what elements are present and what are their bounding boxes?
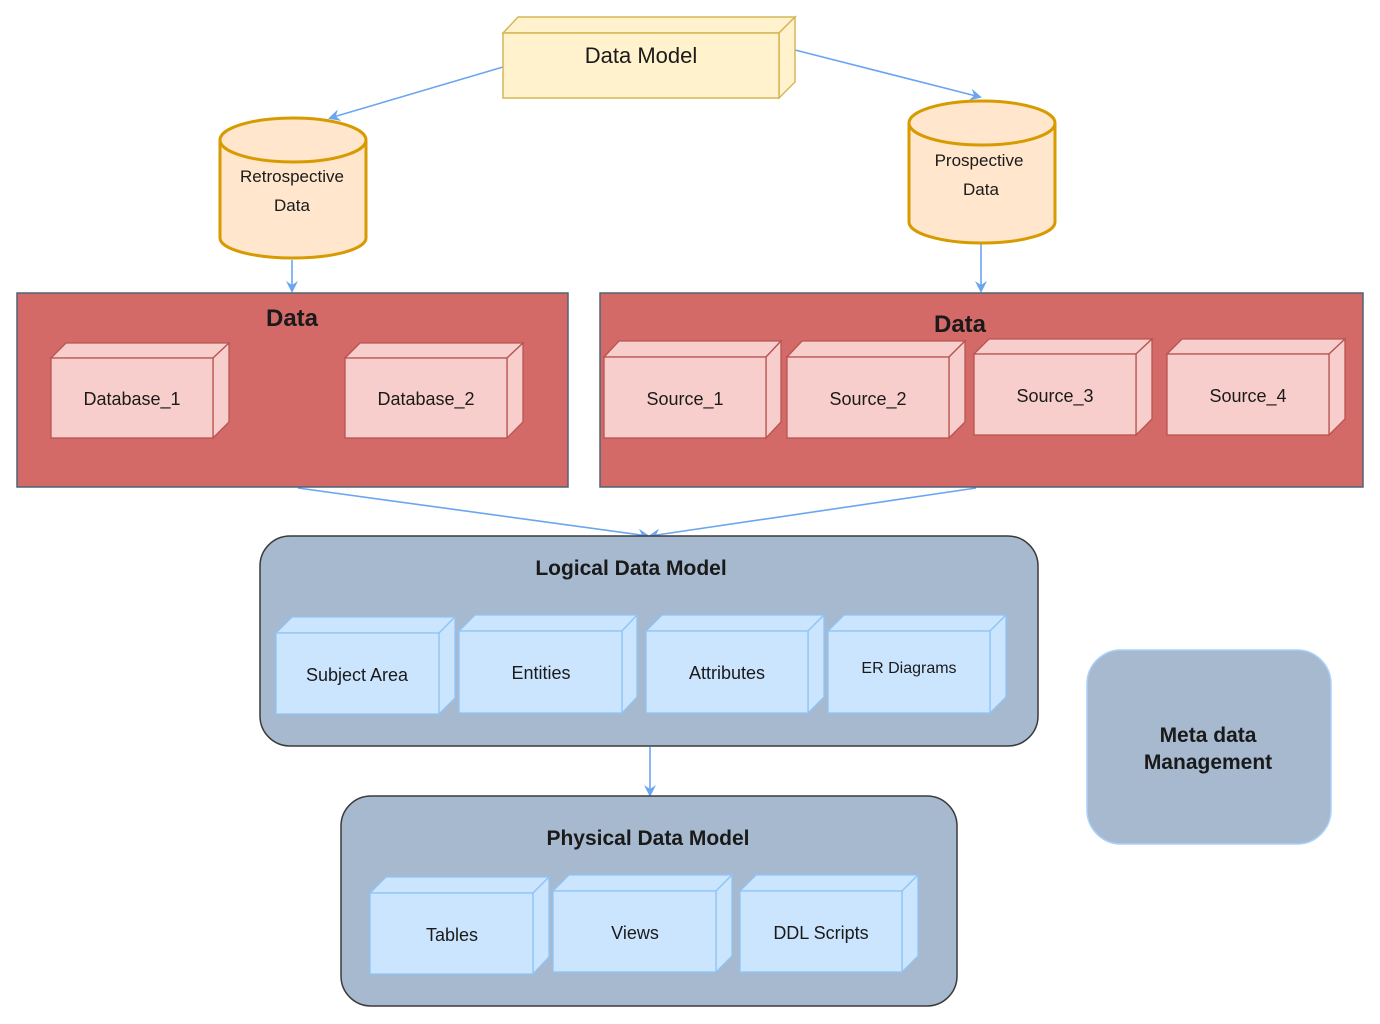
database-1-label: Database_1 (83, 389, 180, 410)
source-1-label: Source_1 (646, 389, 723, 410)
er-diagrams-node[interactable]: ER Diagrams (826, 613, 1008, 715)
subject-area-label: Subject Area (306, 665, 409, 685)
prospective-data-cylinder[interactable]: Prospective Data (907, 99, 1057, 245)
arrow-data-right-to-logical (648, 487, 977, 541)
arrow-datamodel-to-retrospective (328, 66, 504, 121)
source-2-node[interactable]: Source_2 (785, 339, 967, 440)
data-model-node[interactable]: Data Model (501, 15, 797, 100)
source-2-label: Source_2 (829, 389, 906, 410)
attributes-node[interactable]: Attributes (644, 613, 826, 715)
arrow-data-left-to-logical (297, 487, 650, 541)
database-1-node[interactable]: Database_1 (49, 341, 231, 440)
prospective-label-line1: Prospective (935, 151, 1024, 170)
data-left-title: Data (266, 305, 319, 332)
tables-node[interactable]: Tables (368, 875, 551, 976)
source-3-label: Source_3 (1016, 386, 1093, 407)
entities-label: Entities (511, 663, 570, 683)
source-1-node[interactable]: Source_1 (602, 339, 783, 440)
retrospective-data-cylinder[interactable]: Retrospective Data (218, 116, 368, 260)
source-4-label: Source_4 (1209, 386, 1286, 407)
entities-node[interactable]: Entities (457, 613, 639, 715)
retrospective-label-line1: Retrospective (240, 167, 344, 186)
database-2-node[interactable]: Database_2 (343, 341, 525, 440)
ddl-scripts-label: DDL Scripts (773, 923, 868, 943)
prospective-label-line2: Data (963, 180, 999, 199)
ddl-scripts-node[interactable]: DDL Scripts (738, 873, 920, 974)
database-2-label: Database_2 (377, 389, 474, 410)
logical-data-model-title: Logical Data Model (535, 557, 726, 580)
metadata-management-node[interactable]: Meta data Management (1086, 649, 1332, 845)
data-model-diagram: Data Model Retrospective Data Prospectiv… (16, 15, 1364, 1007)
views-node[interactable]: Views (551, 873, 734, 974)
data-right-title: Data (934, 311, 987, 338)
source-3-node[interactable]: Source_3 (972, 337, 1154, 437)
physical-data-model-title: Physical Data Model (546, 827, 749, 850)
data-model-label: Data Model (585, 43, 698, 68)
retrospective-label-line2: Data (274, 196, 310, 215)
views-label: Views (611, 923, 659, 943)
metadata-label-line2: Management (1144, 751, 1272, 774)
er-diagrams-label: ER Diagrams (861, 660, 956, 677)
subject-area-node[interactable]: Subject Area (274, 615, 457, 716)
source-4-node[interactable]: Source_4 (1165, 337, 1347, 437)
tables-label: Tables (426, 925, 478, 945)
attributes-label: Attributes (689, 663, 765, 683)
arrow-datamodel-to-prospective (794, 49, 982, 101)
metadata-label-line1: Meta data (1160, 724, 1257, 747)
